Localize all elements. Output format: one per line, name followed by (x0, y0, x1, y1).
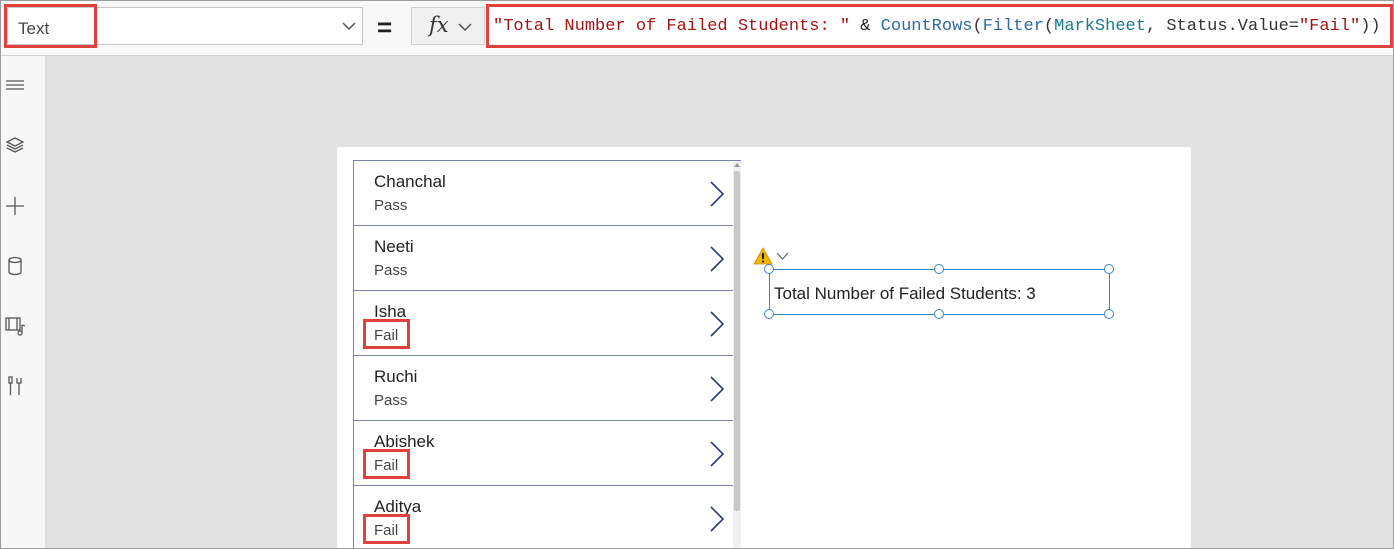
plus-icon[interactable] (4, 195, 26, 217)
property-dropdown[interactable]: Text (7, 7, 363, 45)
student-name: Abishek (374, 432, 435, 451)
fx-icon: fx (429, 13, 449, 37)
chevron-right-icon[interactable] (709, 245, 725, 273)
label-text: Total Number of Failed Students: 3 (774, 284, 1036, 303)
equals-sign: = (377, 12, 393, 42)
chevron-right-icon[interactable] (709, 505, 725, 533)
resize-handle[interactable] (1104, 309, 1114, 319)
gallery-item-neeti[interactable]: Neeti Pass (354, 226, 734, 291)
student-name: Ruchi (374, 367, 418, 386)
student-status: Fail (374, 327, 399, 344)
resize-handle[interactable] (1104, 264, 1114, 274)
resize-handle[interactable] (764, 309, 774, 319)
gallery-item-chanchal[interactable]: Chanchal Pass (354, 161, 734, 226)
hamburger-icon[interactable] (4, 75, 26, 97)
scroll-up-icon[interactable] (734, 162, 740, 168)
media-icon[interactable] (4, 315, 26, 337)
student-name: Isha (374, 302, 407, 321)
resize-handle[interactable] (934, 264, 944, 274)
chevron-right-icon[interactable] (709, 310, 725, 338)
gallery-scrollbar[interactable] (733, 161, 741, 548)
tools-icon[interactable] (4, 375, 26, 397)
data-icon[interactable] (4, 255, 26, 277)
formula-token: ( (1043, 17, 1055, 36)
formula-token: )) (1360, 17, 1381, 36)
fx-button[interactable]: fx (411, 7, 485, 45)
scrollbar-thumb[interactable] (734, 171, 740, 511)
resize-handle[interactable] (764, 264, 774, 274)
gallery-item-aditya[interactable]: Aditya Fail (354, 486, 734, 548)
formula-bar: Text = fx "Total Number of Failed Studen… (1, 1, 1393, 56)
formula-token: Filter (982, 17, 1044, 36)
chevron-down-icon (458, 23, 472, 32)
formula-token: ( (972, 17, 983, 36)
gallery-item-isha[interactable]: Isha Fail (354, 291, 734, 356)
chevron-right-icon[interactable] (709, 375, 725, 403)
gallery-item-ruchi[interactable]: Ruchi Pass (354, 356, 734, 421)
formula-token: & (850, 17, 881, 36)
formula-token: CountRows (880, 17, 973, 36)
student-name: Aditya (374, 497, 422, 516)
student-name: Neeti (374, 237, 414, 256)
student-status: Pass (374, 197, 408, 214)
resize-handle[interactable] (934, 309, 944, 319)
student-status: Fail (374, 457, 399, 474)
property-value: Text (18, 19, 50, 38)
student-status: Pass (374, 392, 408, 409)
warning-icon[interactable] (753, 247, 773, 265)
student-name: Chanchal (374, 172, 446, 191)
chevron-down-icon[interactable] (776, 252, 789, 260)
student-status: Pass (374, 262, 408, 279)
app-window: Text = fx "Total Number of Failed Studen… (0, 0, 1394, 549)
layers-icon[interactable] (4, 135, 26, 157)
formula-input[interactable]: "Total Number of Failed Students: " & Co… (488, 7, 1392, 45)
student-gallery[interactable]: Chanchal Pass Neeti Pass Isha Fail Ruchi… (353, 160, 741, 548)
formula-token: MarkSheet (1054, 17, 1146, 36)
chevron-right-icon[interactable] (709, 180, 725, 208)
chevron-down-icon (342, 22, 356, 31)
formula-token: , Status.Value= (1145, 17, 1299, 36)
formula-token: "Total Number of Failed Students: " (493, 17, 851, 36)
formula-token: "Fail" (1298, 17, 1361, 36)
gallery-item-abishek[interactable]: Abishek Fail (354, 421, 734, 486)
student-status: Fail (374, 522, 399, 539)
formula-text: "Total Number of Failed Students: " & Co… (493, 17, 1381, 36)
chevron-right-icon[interactable] (709, 440, 725, 468)
left-rail (1, 56, 46, 548)
